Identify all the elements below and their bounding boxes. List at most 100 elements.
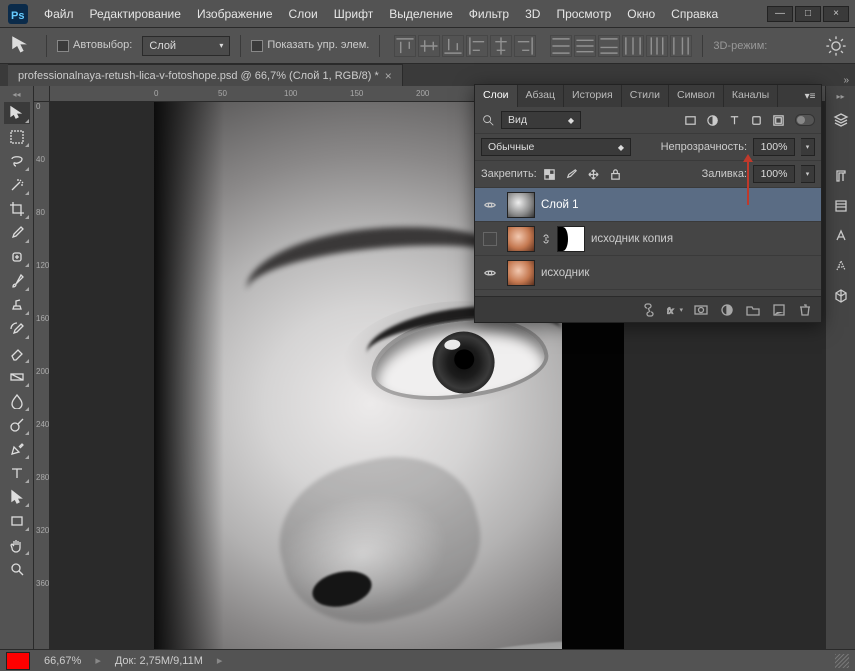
show-transform-checkbox[interactable]: Показать упр. элем. [251,39,369,51]
menu-window[interactable]: Окно [619,3,663,25]
gradient-tool[interactable] [4,366,30,388]
layers-dock-icon[interactable] [830,109,852,131]
menu-image[interactable]: Изображение [189,3,281,25]
tabs-overflow-icon[interactable]: » [843,75,849,86]
menu-filter[interactable]: Фильтр [461,3,517,25]
healing-brush-tool[interactable] [4,246,30,268]
align-hcenter-button[interactable] [490,35,512,57]
align-right-button[interactable] [514,35,536,57]
lasso-tool[interactable] [4,150,30,172]
layer-row[interactable]: Слой 1 [475,188,821,222]
auto-select-checkbox[interactable]: Автовыбор: [57,39,132,51]
lock-pixels-icon[interactable] [565,167,579,181]
align-vcenter-button[interactable] [418,35,440,57]
filter-adjust-icon[interactable] [705,113,719,127]
resize-grip[interactable] [835,654,849,668]
menu-view[interactable]: Просмотр [548,3,619,25]
visibility-toggle[interactable] [479,198,501,212]
styles-dock-icon[interactable] [830,255,852,277]
menu-help[interactable]: Справка [663,3,726,25]
add-mask-icon[interactable] [693,302,709,318]
paragraph-dock-icon[interactable] [830,165,852,187]
align-top-button[interactable] [394,35,416,57]
tab-channels[interactable]: Каналы [724,85,778,107]
brush-tool[interactable] [4,270,30,292]
dist-top-button[interactable] [550,35,572,57]
layer-thumbnail[interactable] [507,192,535,218]
3d-dock-icon[interactable] [830,285,852,307]
filter-pixel-icon[interactable] [683,113,697,127]
menu-type[interactable]: Шрифт [326,3,381,25]
hand-tool[interactable] [4,534,30,556]
rectangle-tool[interactable] [4,510,30,532]
ruler-vertical[interactable]: 0 40 80 120 160 200 240 280 320 360 [34,102,50,649]
fill-field[interactable]: 100% [753,165,795,183]
menu-layers[interactable]: Слои [281,3,326,25]
new-layer-icon[interactable] [771,302,787,318]
tab-styles[interactable]: Стили [622,85,669,107]
auto-select-target-dropdown[interactable]: Слой▾ [142,36,230,56]
align-left-button[interactable] [466,35,488,57]
magic-wand-tool[interactable] [4,174,30,196]
blur-tool[interactable] [4,390,30,412]
crop-tool[interactable] [4,198,30,220]
layer-row[interactable]: исходник копия [475,222,821,256]
layer-fx-icon[interactable]: fx▾ [667,302,683,318]
zoom-tool[interactable] [4,558,30,580]
visibility-toggle[interactable] [479,266,501,280]
link-layers-icon[interactable] [641,302,657,318]
filter-type-icon[interactable] [727,113,741,127]
tab-layers[interactable]: Слои [475,85,518,107]
filter-toggle[interactable] [795,114,815,126]
move-tool[interactable] [4,102,30,124]
dist-bottom-button[interactable] [598,35,620,57]
document-tab[interactable]: professionalnaya-retush-lica-v-fotoshope… [8,64,403,86]
layer-mask-thumbnail[interactable] [557,226,585,252]
character-dock-icon[interactable] [830,225,852,247]
options-gear-button[interactable] [825,35,847,57]
layer-thumbnail[interactable] [507,260,535,286]
layer-name[interactable]: Слой 1 [541,199,579,211]
lock-position-icon[interactable] [587,167,601,181]
layer-row[interactable]: исходник [475,256,821,290]
chevron-right-icon[interactable]: ▸ [95,654,101,667]
clone-stamp-tool[interactable] [4,294,30,316]
toolbar-collapse-icon[interactable]: ◂◂ [2,90,32,100]
dist-vcenter-button[interactable] [574,35,596,57]
maximize-button[interactable]: □ [795,6,821,22]
type-tool[interactable] [4,462,30,484]
dist-right-button[interactable] [670,35,692,57]
menu-3d[interactable]: 3D [517,3,548,25]
mask-link-icon[interactable] [541,233,551,245]
lock-all-icon[interactable] [609,167,623,181]
history-dock-icon[interactable] [830,195,852,217]
layer-name[interactable]: исходник копия [591,233,673,245]
opacity-stepper[interactable]: ▾ [801,138,815,156]
visibility-toggle[interactable] [479,232,501,246]
history-brush-tool[interactable] [4,318,30,340]
menu-select[interactable]: Выделение [381,3,461,25]
marquee-tool[interactable] [4,126,30,148]
close-button[interactable]: × [823,6,849,22]
tab-character[interactable]: Символ [669,85,724,107]
new-group-icon[interactable] [745,302,761,318]
zoom-level[interactable]: 66,67% [44,655,81,667]
ruler-origin[interactable] [34,86,50,102]
adjustment-layer-icon[interactable] [719,302,735,318]
layer-thumbnail[interactable] [507,226,535,252]
close-tab-icon[interactable]: × [385,69,392,83]
dock-collapse-icon[interactable]: ▸▸ [836,92,844,101]
filter-smart-icon[interactable] [771,113,785,127]
layer-name[interactable]: исходник [541,267,589,279]
minimize-button[interactable]: — [767,6,793,22]
align-bottom-button[interactable] [442,35,464,57]
dodge-tool[interactable] [4,414,30,436]
opacity-field[interactable]: 100% [753,138,795,156]
pen-tool[interactable] [4,438,30,460]
dist-left-button[interactable] [622,35,644,57]
path-select-tool[interactable] [4,486,30,508]
tab-paragraph[interactable]: Абзац [518,85,564,107]
panel-menu-icon[interactable]: ▾≡ [799,85,821,107]
dist-hcenter-button[interactable] [646,35,668,57]
blend-mode-dropdown[interactable]: Обычные◆ [481,138,631,156]
